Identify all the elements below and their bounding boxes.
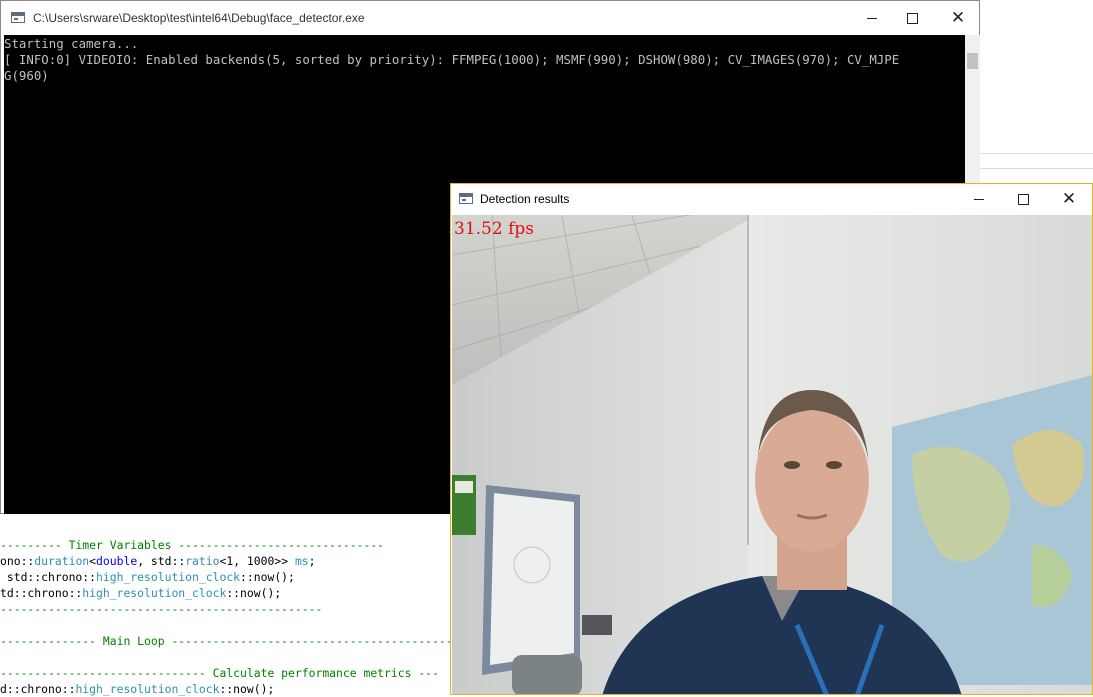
code-token: ono:: xyxy=(0,554,35,568)
code-line: ono::duration<double, std::ratio<1, 1000… xyxy=(0,553,470,569)
fps-counter: 31.52 fps xyxy=(454,219,534,239)
console-titlebar[interactable]: C:\Users\srware\Desktop\test\intel64\Deb… xyxy=(1,1,979,35)
code-token: ms xyxy=(294,554,309,568)
code-token: td::chrono:: xyxy=(0,586,83,600)
camera-frame: 31.52 fps xyxy=(452,215,1092,694)
close-icon: ✕ xyxy=(1061,189,1077,209)
code-token: ::now(); xyxy=(240,570,295,584)
code-token: --------- Timer Variables --------------… xyxy=(0,538,385,552)
code-token: high_resolution_clock xyxy=(96,570,241,584)
code-token: -------------- Main Loop ---------------… xyxy=(0,634,460,648)
code-line: --------- Timer Variables --------------… xyxy=(0,537,470,553)
detection-app-icon xyxy=(459,193,473,204)
code-token: < xyxy=(89,554,97,568)
maximize-button[interactable] xyxy=(889,1,935,35)
code-token: high_resolution_clock xyxy=(75,682,220,696)
code-token: std::chrono:: xyxy=(0,570,97,584)
editor-divider xyxy=(980,168,1093,169)
code-token: double xyxy=(96,554,138,568)
close-button[interactable]: ✕ xyxy=(1046,184,1092,215)
detection-window: Detection results ✕ 31.52 fps xyxy=(450,183,1093,695)
scrollbar-thumb[interactable] xyxy=(967,53,978,69)
console-app-icon xyxy=(11,12,25,23)
maximize-icon xyxy=(1017,194,1029,205)
code-token: , std:: xyxy=(137,554,186,568)
console-line: Starting camera... xyxy=(4,36,139,51)
code-token: ; xyxy=(308,554,316,568)
maximize-button[interactable] xyxy=(1000,184,1046,215)
code-line: ----------------------------------------… xyxy=(0,601,470,617)
editor-divider xyxy=(980,153,1093,154)
detection-titlebar[interactable]: Detection results ✕ xyxy=(451,184,1092,215)
code-token: ratio xyxy=(185,554,220,568)
code-token: ::now(); xyxy=(219,682,275,696)
maximize-icon xyxy=(906,12,918,24)
minimize-button[interactable] xyxy=(956,184,1002,215)
code-area[interactable]: --------- Timer Variables --------------… xyxy=(0,537,470,697)
camera-image xyxy=(452,215,1092,694)
detection-window-title: Detection results xyxy=(480,192,570,206)
code-line: td::chrono::high_resolution_clock::now()… xyxy=(0,585,470,601)
code-token: d::chrono:: xyxy=(0,682,76,696)
code-line: ------------------------------ Calculate… xyxy=(0,665,470,681)
close-button[interactable]: ✕ xyxy=(935,1,981,35)
code-token: <1, 1000>> xyxy=(219,554,295,568)
code-token: ----------------------------------------… xyxy=(0,602,323,616)
console-line: G(960) xyxy=(4,68,49,83)
code-token: duration xyxy=(34,554,90,568)
minimize-icon xyxy=(867,17,877,19)
console-window-title: C:\Users\srware\Desktop\test\intel64\Deb… xyxy=(33,11,365,25)
close-icon: ✕ xyxy=(950,7,966,28)
code-line: -------------- Main Loop ---------------… xyxy=(0,633,470,649)
code-token: ::now(); xyxy=(226,586,282,600)
console-line: [ INFO:0] VIDEOIO: Enabled backends(5, s… xyxy=(4,52,900,67)
code-line: std::chrono::high_resolution_clock::now(… xyxy=(0,569,470,585)
minimize-icon xyxy=(974,199,984,200)
code-token: ------------------------------ Calculate… xyxy=(0,666,439,680)
code-token: high_resolution_clock xyxy=(82,586,227,600)
